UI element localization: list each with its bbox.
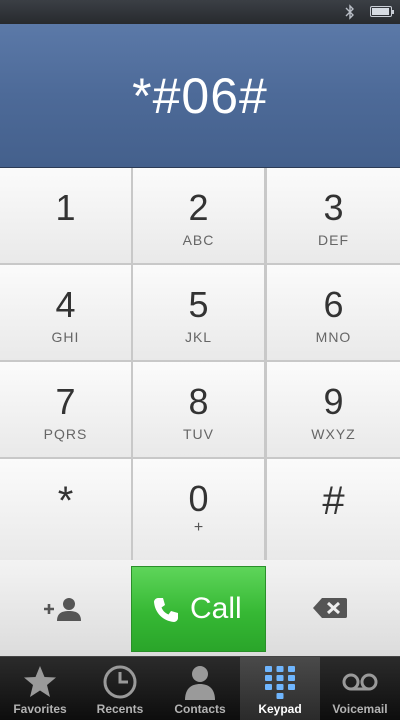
key-letters: DEF <box>318 232 349 248</box>
key-digit: 5 <box>188 284 209 325</box>
voicemail-icon <box>341 663 379 701</box>
call-label: Call <box>190 592 242 625</box>
key-digit: 7 <box>55 381 76 422</box>
key-digit: 2 <box>188 187 209 228</box>
key-star[interactable]: * <box>0 459 131 560</box>
tab-contacts[interactable]: Contacts <box>160 657 240 720</box>
person-icon <box>181 663 219 701</box>
key-digit: 3 <box>323 187 344 228</box>
key-letters: GHI <box>51 329 80 345</box>
add-contact-button[interactable] <box>0 560 130 656</box>
dialed-number: *#06# <box>132 68 268 124</box>
key-digit: * <box>57 479 74 523</box>
add-contact-icon <box>42 597 86 621</box>
backspace-icon <box>312 597 348 619</box>
key-letters: MNO <box>315 329 352 345</box>
tab-favorites[interactable]: Favorites <box>0 657 80 720</box>
key-digit: 1 <box>55 187 76 228</box>
tab-label: Favorites <box>13 702 67 716</box>
key-6[interactable]: 6 MNO <box>267 265 400 360</box>
key-letters: TUV <box>183 426 214 442</box>
keypad: 1 2 ABC 3 DEF 4 GHI 5 JKL 6 MNO 7 PQRS 8… <box>0 168 400 560</box>
key-digit: 9 <box>323 381 344 422</box>
phone-dialer-screen: *#06# 1 2 ABC 3 DEF 4 GHI 5 JKL 6 MNO 7 … <box>0 0 400 720</box>
number-display: *#06# <box>0 24 400 168</box>
key-digit: 4 <box>55 284 76 325</box>
key-4[interactable]: 4 GHI <box>0 265 131 360</box>
key-letters: PQRS <box>43 426 88 442</box>
key-pound[interactable]: # <box>267 459 400 560</box>
tab-voicemail[interactable]: Voicemail <box>320 657 400 720</box>
phone-icon <box>152 596 180 624</box>
key-3[interactable]: 3 DEF <box>267 168 400 263</box>
key-7[interactable]: 7 PQRS <box>0 362 131 457</box>
action-row: Call <box>0 560 400 656</box>
key-digit: # <box>322 479 345 523</box>
status-bar <box>0 0 400 24</box>
key-letters: ABC <box>182 232 215 248</box>
key-digit: 0 <box>188 478 209 519</box>
keypad-icon <box>261 663 299 701</box>
delete-button[interactable] <box>268 560 400 656</box>
tab-recents[interactable]: Recents <box>80 657 160 720</box>
tab-label: Contacts <box>174 702 226 716</box>
call-button[interactable]: Call <box>131 566 266 652</box>
tab-label: Keypad <box>258 702 302 716</box>
key-letters: + <box>193 519 204 536</box>
tab-label: Voicemail <box>332 702 388 716</box>
key-5[interactable]: 5 JKL <box>133 265 264 360</box>
star-icon <box>21 663 59 701</box>
key-0[interactable]: 0 + <box>133 459 264 560</box>
key-8[interactable]: 8 TUV <box>133 362 264 457</box>
key-letters: JKL <box>184 329 213 345</box>
bluetooth-icon <box>344 3 356 21</box>
key-digit: 6 <box>323 284 344 325</box>
key-digit: 8 <box>188 381 209 422</box>
key-letters: WXYZ <box>311 426 356 442</box>
tab-bar: Favorites Recents Contacts Keypad Voicem… <box>0 656 400 720</box>
key-2[interactable]: 2 ABC <box>133 168 264 263</box>
tab-label: Recents <box>96 702 144 716</box>
tab-keypad[interactable]: Keypad <box>240 657 320 720</box>
key-9[interactable]: 9 WXYZ <box>267 362 400 457</box>
battery-icon <box>370 6 394 17</box>
clock-icon <box>101 663 139 701</box>
key-1[interactable]: 1 <box>0 168 131 263</box>
